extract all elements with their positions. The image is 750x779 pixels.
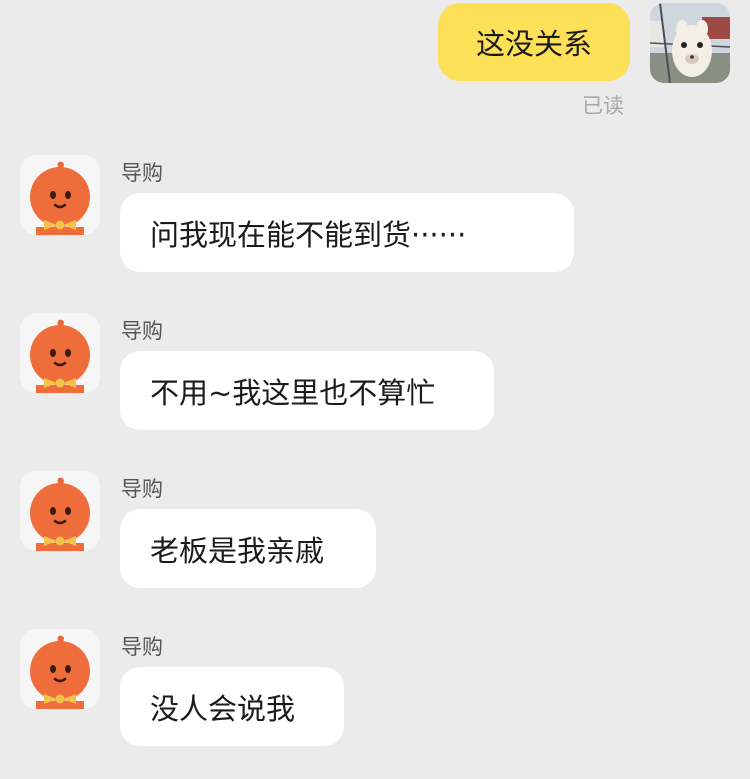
incoming-message-bubble[interactable]: 不用~我这里也不算忙 xyxy=(120,351,494,430)
pumpkin-mascot-icon xyxy=(30,477,90,551)
sender-name: 导购 xyxy=(121,161,163,185)
incoming-message-bubble[interactable]: 问我现在能不能到货······ xyxy=(120,193,574,272)
incoming-message-row: 导购 老板是我亲戚 xyxy=(0,471,750,621)
guide-avatar[interactable] xyxy=(20,471,100,551)
incoming-message-row: 导购 不用~我这里也不算忙 xyxy=(0,313,750,463)
guide-avatar[interactable] xyxy=(20,629,100,709)
outgoing-message-row: 这没关系 已读 xyxy=(0,0,750,130)
sender-name: 导购 xyxy=(121,319,163,343)
outgoing-message-bubble[interactable]: 这没关系 xyxy=(438,3,630,81)
pumpkin-mascot-icon xyxy=(30,161,90,235)
sender-name: 导购 xyxy=(121,477,163,501)
guide-avatar[interactable] xyxy=(20,313,100,393)
pumpkin-mascot-icon xyxy=(30,635,90,709)
pumpkin-mascot-icon xyxy=(30,319,90,393)
incoming-message-row: 导购 问我现在能不能到货······ xyxy=(0,155,750,305)
read-status: 已读 xyxy=(582,94,624,118)
incoming-message-row: 导购 没人会说我 xyxy=(0,629,750,779)
sender-name: 导购 xyxy=(121,635,163,659)
my-avatar[interactable] xyxy=(650,3,730,83)
alpaca-photo-icon xyxy=(650,3,730,83)
incoming-message-bubble[interactable]: 老板是我亲戚 xyxy=(120,509,376,588)
guide-avatar[interactable] xyxy=(20,155,100,235)
incoming-message-bubble[interactable]: 没人会说我 xyxy=(120,667,344,746)
